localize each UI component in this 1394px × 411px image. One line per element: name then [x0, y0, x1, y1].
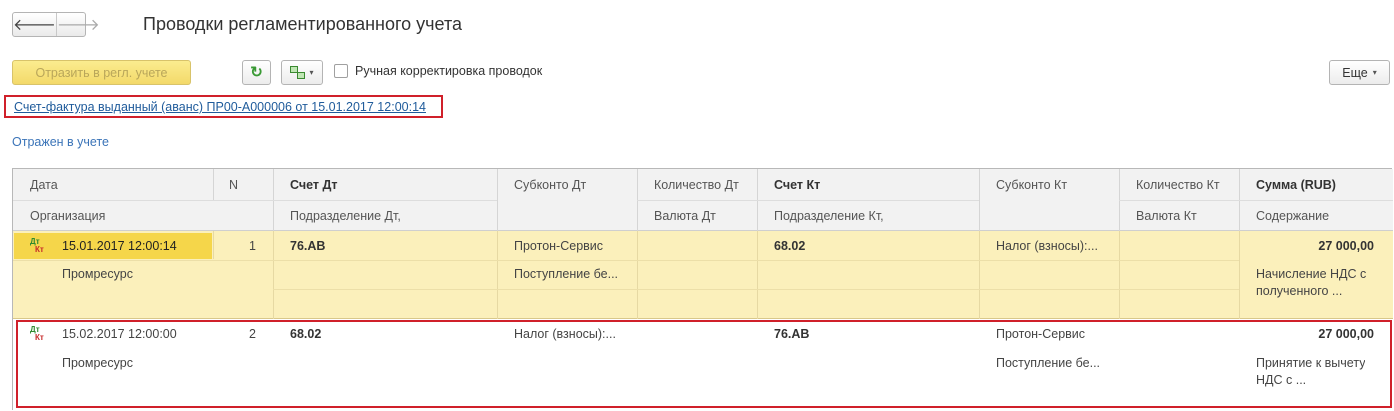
col-date[interactable]: Дата	[30, 178, 58, 192]
posting-status[interactable]: Отражен в учете	[12, 135, 109, 149]
col-department-kt[interactable]: Подразделение Кт,	[774, 209, 884, 223]
col-quantity-dt[interactable]: Количество Дт	[654, 178, 739, 192]
table-header: Дата N Счет Дт Субконто Дт Количество Дт…	[13, 169, 1393, 231]
dt-kt-icon: Дт Кт	[30, 237, 44, 254]
structure-icon	[290, 66, 306, 79]
table-row[interactable]: Дт Кт 15.01.2017 12:00:14 1 76.АВ Протон-…	[13, 231, 1393, 319]
forward-button[interactable]: 🡒	[55, 13, 100, 36]
page-title: Проводки регламентированного учета	[143, 14, 463, 34]
col-subconto-kt[interactable]: Субконто Кт	[996, 178, 1067, 192]
manual-correction-checkbox[interactable]	[334, 64, 348, 78]
row-number: 1	[249, 239, 256, 253]
row-organization: Промресурс	[62, 267, 133, 281]
row-account-dt: 76.АВ	[290, 239, 326, 253]
col-organization[interactable]: Организация	[30, 209, 105, 223]
post-to-accounting-button[interactable]: Отразить в регл. учете	[12, 60, 191, 85]
row-account-kt: 68.02	[774, 239, 806, 253]
document-structure-button[interactable]: ▾	[281, 60, 323, 85]
col-subconto-dt[interactable]: Субконто Дт	[514, 178, 586, 192]
back-button[interactable]: 🡐	[13, 13, 56, 36]
arrow-left-icon: 🡐	[13, 17, 56, 34]
refresh-button[interactable]: ↻	[242, 60, 271, 85]
row-sum: 27 000,00	[1318, 239, 1374, 253]
refresh-icon: ↻	[250, 64, 263, 81]
manual-correction-label: Ручная корректировка проводок	[355, 64, 543, 78]
manual-correction-toggle[interactable]: Ручная корректировка проводок	[334, 64, 542, 78]
row-highlight	[16, 320, 1392, 408]
col-sum[interactable]: Сумма (RUB)	[1256, 178, 1336, 192]
col-content[interactable]: Содержание	[1256, 209, 1329, 223]
more-label: Еще	[1342, 65, 1368, 80]
col-account-kt[interactable]: Счет Кт	[774, 178, 820, 192]
chevron-down-icon: ▾	[309, 68, 314, 77]
row-date: 15.01.2017 12:00:14	[62, 239, 177, 253]
more-button[interactable]: Еще ▾	[1329, 60, 1390, 85]
col-currency-dt[interactable]: Валюта Дт	[654, 209, 716, 223]
col-currency-kt[interactable]: Валюта Кт	[1136, 209, 1197, 223]
row-subconto-kt: Налог (взносы):...	[996, 239, 1098, 253]
document-link[interactable]: Счет-фактура выданный (аванс) ПР00-А0000…	[14, 100, 426, 114]
arrow-right-icon: 🡒	[56, 17, 100, 34]
row-content-1: Начисление НДС с	[1256, 267, 1367, 281]
col-n[interactable]: N	[229, 178, 238, 192]
navigation-buttons: 🡐 🡒	[12, 12, 100, 37]
row-content-2: полученного ...	[1256, 284, 1343, 298]
col-account-dt[interactable]: Счет Дт	[290, 178, 338, 192]
col-department-dt[interactable]: Подразделение Дт,	[290, 209, 401, 223]
chevron-down-icon: ▾	[1372, 68, 1377, 77]
row-subconto-dt: Протон-Сервис	[514, 239, 604, 253]
document-link-highlight: Счет-фактура выданный (аванс) ПР00-А0000…	[4, 95, 443, 118]
col-quantity-kt[interactable]: Количество Кт	[1136, 178, 1220, 192]
row-subconto-dt-2: Поступление бе...	[514, 267, 619, 281]
